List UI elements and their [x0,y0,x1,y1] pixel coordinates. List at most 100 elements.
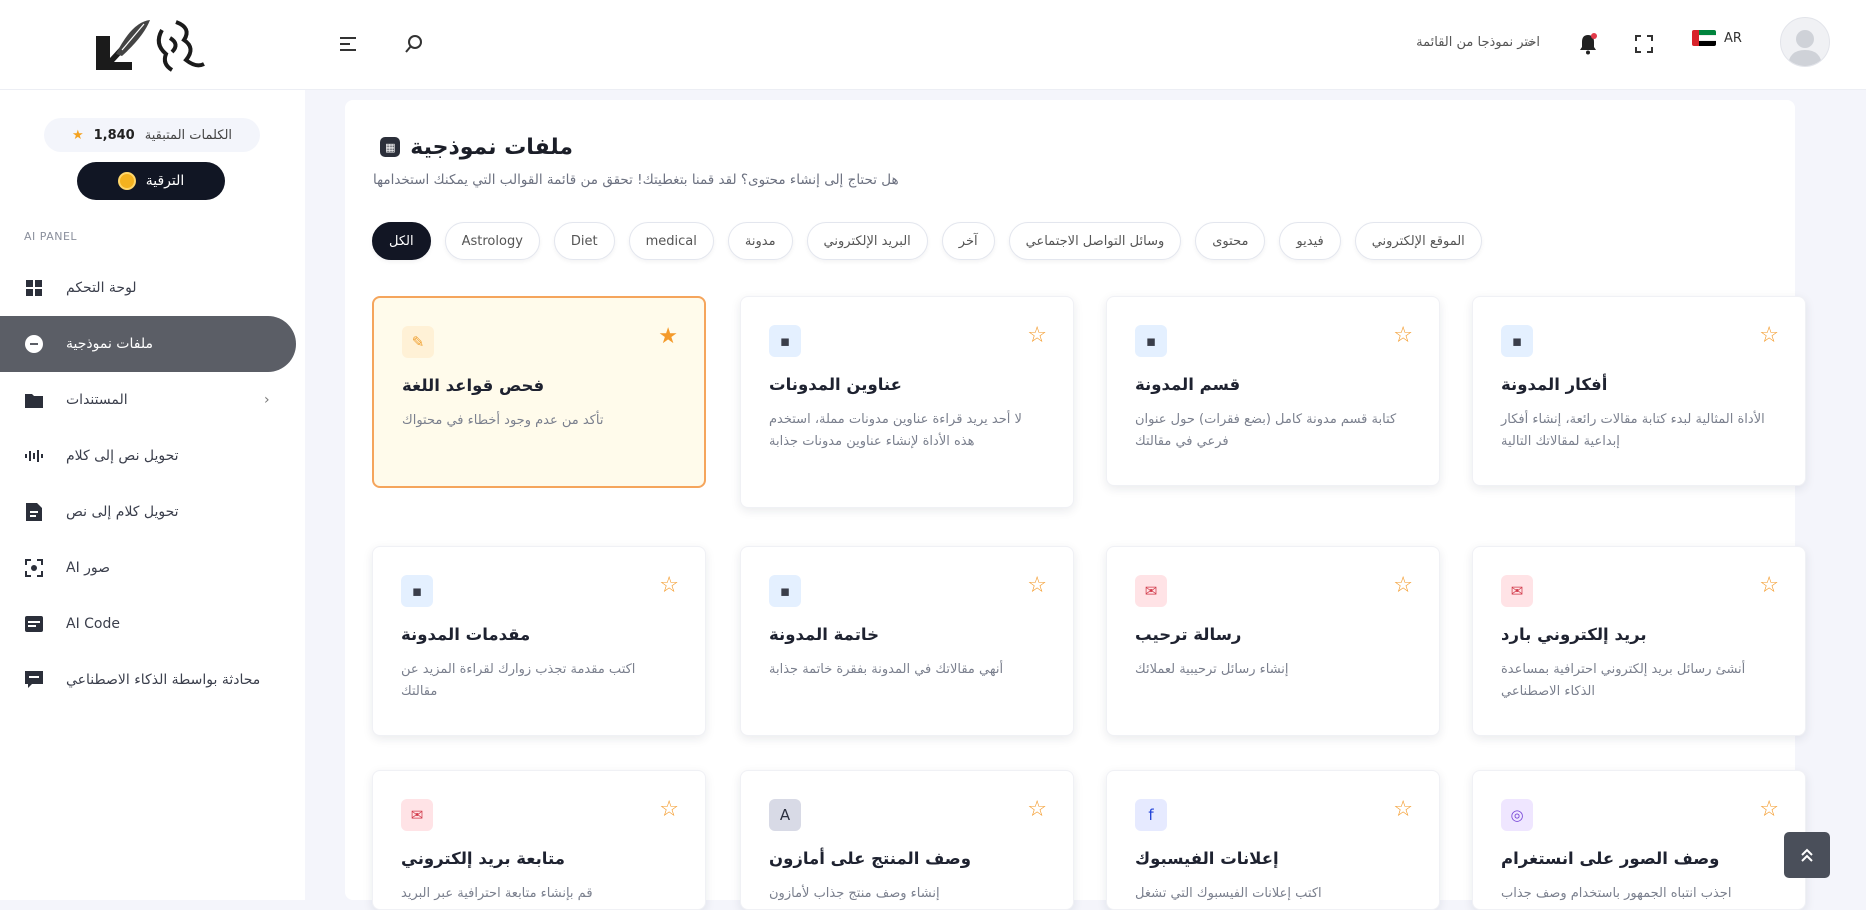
mail-icon: ✉ [1135,575,1167,607]
sidebar-item-speech-to-text[interactable]: تحويل كلام إلى نص [0,484,305,540]
filter-chip[interactable]: medical [628,222,714,260]
ai-chat-icon [24,670,44,690]
template-card[interactable]: ▪ ☆ مقدمات المدونة اكتب مقدمة تجذب زوارك لق… [372,546,706,736]
speech-to-text-icon [24,502,44,522]
filter-chip[interactable]: مدونة [727,222,793,260]
card-description: تأكد من عدم وجود أخطاء في محتواك [402,413,604,428]
filter-chip[interactable]: البريد الإلكتروني [806,222,928,260]
main-panel: ملفات نموذجية ▦ هل تحتاج إلى إنشاء محتوى… [345,100,1806,910]
filter-chip[interactable]: آخر [941,222,995,260]
coin-icon [117,172,136,190]
template-card[interactable]: f ☆ إعلانات الفيسبوك اكتب إعلانات الفيسبوك … [1106,770,1440,910]
dashboard-icon [24,278,44,298]
filter-chip[interactable]: الموقع الإلكتروني [1354,222,1482,260]
page-title: ملفات نموذجية [410,134,573,160]
sidebar-item-ai-code[interactable]: AI Code [0,596,305,652]
star-outline-icon[interactable]: ☆ [659,575,679,597]
filter-chip[interactable]: Diet [553,222,615,260]
template-card[interactable]: ▪ ☆ خاتمة المدونة أنهي مقالاتك في المدونة ب… [740,546,1074,736]
card-description: قم بإنشاء متابعة احترافية عبر البريد [401,886,593,901]
template-card[interactable]: ▪ ☆ قسم المدونة كتابة قسم مدونة كامل (بضع ف… [1106,296,1440,486]
language-switcher[interactable]: AR [1692,30,1742,46]
template-card[interactable]: ▪ ☆ أفكار المدونة الأداة المثالية لبدء كتاب… [1472,296,1806,486]
filter-chip[interactable]: وسائل التواصل الاجتماعي [1008,222,1182,260]
star-filled-icon[interactable]: ★ [658,326,678,348]
model-select[interactable]: اختر نموذجا من القائمة [1330,28,1540,58]
card-description: إنشاء وصف منتج جذاب لأمازون [769,886,940,901]
card-title: أفكار المدونة [1501,375,1608,394]
upgrade-label: الترقية [145,173,185,189]
notification-bell-icon[interactable] [1574,30,1602,58]
search-icon[interactable] [400,30,428,58]
card-description: كتابة قسم مدونة كامل (بضع فقرات) حول عنو… [1135,412,1397,449]
logo[interactable] [92,14,214,74]
remaining-words-value: 1,840 [93,127,135,143]
card-title: خاتمة المدونة [769,625,879,644]
star-outline-icon[interactable]: ☆ [659,799,679,821]
template-card[interactable]: A ☆ وصف المنتج على أمازون إنشاء وصف منتج جذ… [740,770,1074,910]
filter-chip[interactable]: فيديو [1279,222,1341,260]
template-card[interactable]: ✉ ☆ رسالة ترحيب إنشاء رسائل ترحيبية لعملائك [1106,546,1440,736]
menu-icon[interactable] [334,30,362,58]
card-title: رسالة ترحيب [1135,625,1242,644]
sidebar-item-label: لوحة التحكم [66,280,137,296]
filter-chip[interactable]: الكل [372,222,431,260]
templates-icon [24,334,44,354]
sidebar-item-text-to-speech[interactable]: تحويل نص إلى كلام [0,428,305,484]
sidebar-item-dashboard[interactable]: لوحة التحكم [0,260,305,316]
sidebar-item-ai-image[interactable]: AI صور [0,540,305,596]
template-card[interactable]: ✎ ★ فحص قواعد اللغة تأكد من عدم وجود أخطاء … [372,296,706,488]
card-title: إعلانات الفيسبوك [1135,849,1279,868]
sidebar-item-label: ملفات نموذجية [66,336,153,352]
star-outline-icon[interactable]: ☆ [1027,325,1047,347]
card-description: لا أحد يريد قراءة عناوين مدونات مملة، اس… [769,412,1022,449]
blog-icon: ▪ [1501,325,1533,357]
sidebar-item-label: محادثة بواسطة الذكاء الاصطناعي [66,672,261,688]
sidebar-nav: لوحة التحكم ملفات نموذجية المستندات › تح… [0,260,305,708]
card-title: مقدمات المدونة [401,625,531,644]
template-card[interactable]: ▪ ☆ عناوين المدونات لا أحد يريد قراءة عناوي… [740,296,1074,508]
filter-chip[interactable]: محتوى [1195,222,1266,260]
star-outline-icon[interactable]: ☆ [1393,799,1413,821]
remaining-words-badge: الكلمات المتبقية 1,840 ★ [44,118,260,152]
chevron-down-icon[interactable]: ⌄ [1525,34,1535,48]
template-icon: ▦ [380,137,401,157]
sidebar-item-ai-chat[interactable]: محادثة بواسطة الذكاء الاصطناعي [0,652,305,708]
card-description: أنشئ رسائل بريد إلكتروني احترافية بمساعد… [1501,662,1746,699]
amazon-icon: A [769,799,801,831]
card-description: أنهي مقالاتك في المدونة بفقرة خاتمة جذاب… [769,662,1004,677]
page-title-row: ملفات نموذجية ▦ [373,130,573,164]
scroll-to-top-button[interactable] [1784,832,1830,878]
documents-icon [24,390,44,410]
star-outline-icon[interactable]: ☆ [1759,325,1779,347]
remaining-words-label: الكلمات المتبقية [144,127,233,143]
sidebar-item-documents[interactable]: المستندات › [0,372,305,428]
card-title: عناوين المدونات [769,375,902,394]
star-outline-icon[interactable]: ☆ [1759,575,1779,597]
avatar[interactable] [1780,17,1830,67]
star-outline-icon[interactable]: ☆ [1759,799,1779,821]
template-card[interactable]: ✉ ☆ متابعة بريد إلكتروني قم بإنشاء متابعة ا… [372,770,706,910]
blog-icon: ▪ [769,575,801,607]
template-card[interactable]: ◎ ☆ وصف الصور على انستغرام اجذب انتباه الجم… [1472,770,1806,910]
star-outline-icon[interactable]: ☆ [1393,575,1413,597]
sidebar-item-templates[interactable]: ملفات نموذجية [0,316,296,372]
top-bar: اختر نموذجا من القائمة ⌄ AR [0,0,1866,90]
card-title: وصف المنتج على أمازون [769,849,971,868]
card-title: وصف الصور على انستغرام [1501,849,1720,868]
fullscreen-icon[interactable] [1630,30,1658,58]
upgrade-button[interactable]: الترقية [77,162,225,200]
sidebar: الكلمات المتبقية 1,840 ★ الترقية AI PANE… [0,90,305,900]
template-card[interactable]: ✉ ☆ بريد إلكتروني بارد أنشئ رسائل بريد إلكت… [1472,546,1806,736]
chevron-right-icon[interactable]: › [264,392,270,408]
filter-chips: الكل Astrology Diet medical مدونة البريد الإل… [372,222,1772,262]
sidebar-item-label: AI Code [66,616,120,632]
blog-icon: ▪ [401,575,433,607]
star-outline-icon[interactable]: ☆ [1393,325,1413,347]
star-outline-icon[interactable]: ☆ [1027,575,1047,597]
star-outline-icon[interactable]: ☆ [1027,799,1047,821]
instagram-icon: ◎ [1501,799,1533,831]
card-description: الأداة المثالية لبدء كتابة مقالات رائعة،… [1501,412,1765,449]
sidebar-item-label: تحويل نص إلى كلام [66,448,179,464]
filter-chip[interactable]: Astrology [444,222,540,260]
